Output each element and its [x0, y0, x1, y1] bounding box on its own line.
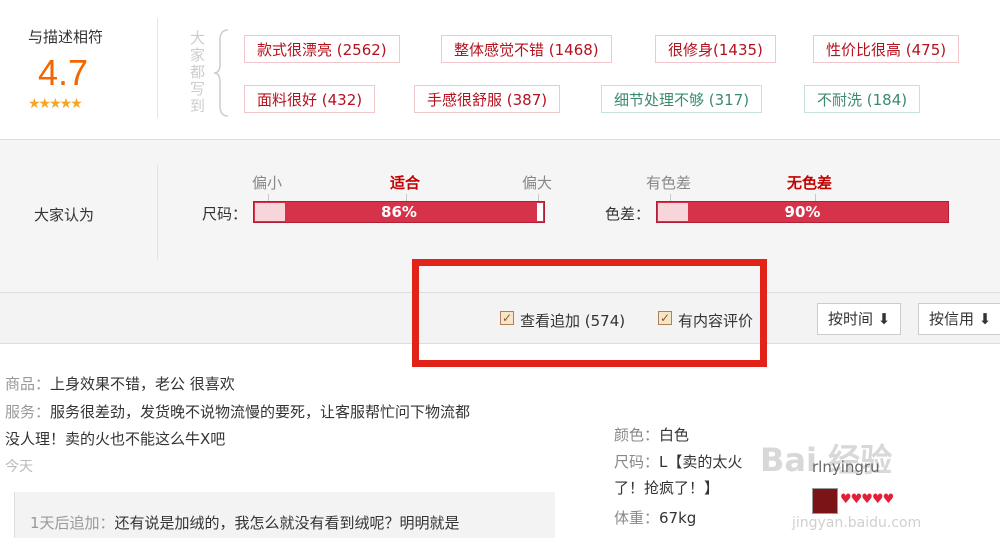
- review-product-line: 商品：上身效果不错，老公 很喜欢: [5, 373, 235, 394]
- everyone-wrote-label: 大家都写到: [190, 29, 206, 115]
- divider: [157, 165, 158, 260]
- append-text: 还有说是加绒的，我怎么就没有看到绒呢？明明就是: [114, 514, 460, 532]
- no-color-diff-label: 无色差: [787, 174, 833, 192]
- highlight-box: [412, 259, 767, 367]
- sku-size: 尺码：L【卖的太火: [614, 453, 743, 471]
- bar-end-marker: [537, 203, 543, 221]
- size-fit-bar: 86%: [253, 201, 545, 223]
- buyer-level-hearts-icon: ♥♥♥♥♥: [840, 492, 894, 507]
- product-text: 上身效果不错，老公 很喜欢: [50, 375, 235, 393]
- append-label: 1天后追加：: [30, 514, 115, 532]
- append-review-line: 1天后追加：还有说是加绒的，我怎么就没有看到绒呢？明明就是: [30, 512, 460, 533]
- product-label: 商品：: [5, 375, 51, 393]
- baidu-watermark-url: jingyan.baidu.com: [792, 515, 922, 531]
- rating-label: 与描述相符: [28, 28, 104, 46]
- size-label: 尺码：: [202, 205, 248, 223]
- size-fit-percent: 86%: [381, 203, 417, 221]
- size-large-label: 偏大: [522, 174, 553, 192]
- rating-value: 4.7: [38, 52, 89, 93]
- size-small-label: 偏小: [252, 174, 283, 192]
- review-tag[interactable]: 手感很舒服 (387): [414, 85, 561, 113]
- reviewer-name[interactable]: rlnyingru: [812, 458, 880, 476]
- review-tag[interactable]: 性价比很高 (475): [813, 35, 960, 63]
- review-service-line-2: 没人理！卖的火也不能这么牛X吧: [5, 430, 226, 448]
- crowd-label: 大家认为: [34, 206, 95, 224]
- color-diff-bar: 90%: [656, 201, 949, 223]
- review-tag[interactable]: 款式很漂亮 (2562): [244, 35, 400, 63]
- sort-by-time-button[interactable]: 按时间 ⬇: [817, 303, 902, 335]
- avatar[interactable]: [812, 488, 838, 514]
- service-text: 服务很差劲，发货晚不说物流慢的要死，让客服帮忙问下物流都: [50, 403, 471, 421]
- rating-stars: ★★★★★: [28, 96, 83, 112]
- service-label: 服务：: [5, 403, 51, 421]
- color-diff-label: 有色差: [646, 174, 692, 192]
- review-tag[interactable]: 面料很好 (432): [244, 85, 376, 113]
- color-diff-percent: 90%: [784, 203, 821, 221]
- review-time: 今天: [5, 459, 33, 475]
- color-label: 色差：: [605, 205, 651, 223]
- sku-color: 颜色：白色: [614, 426, 690, 444]
- review-tag-negative[interactable]: 细节处理不够 (317): [601, 85, 763, 113]
- review-tag[interactable]: 很修身(1435): [655, 35, 776, 63]
- size-fit-label: 适合: [390, 174, 421, 192]
- sort-by-credit-button[interactable]: 按信用 ⬇: [918, 303, 1000, 335]
- review-tag[interactable]: 整体感觉不错 (1468): [441, 35, 612, 63]
- brace-icon: [213, 29, 229, 117]
- review-service-line: 服务：服务很差劲，发货晚不说物流慢的要死，让客服帮忙问下物流都: [5, 401, 470, 422]
- review-tag-negative[interactable]: 不耐洗 (184): [804, 85, 921, 113]
- sku-size-cont: 了！抢疯了！】: [614, 479, 720, 497]
- sku-weight: 体重：67kg: [614, 509, 697, 527]
- divider: [157, 18, 158, 118]
